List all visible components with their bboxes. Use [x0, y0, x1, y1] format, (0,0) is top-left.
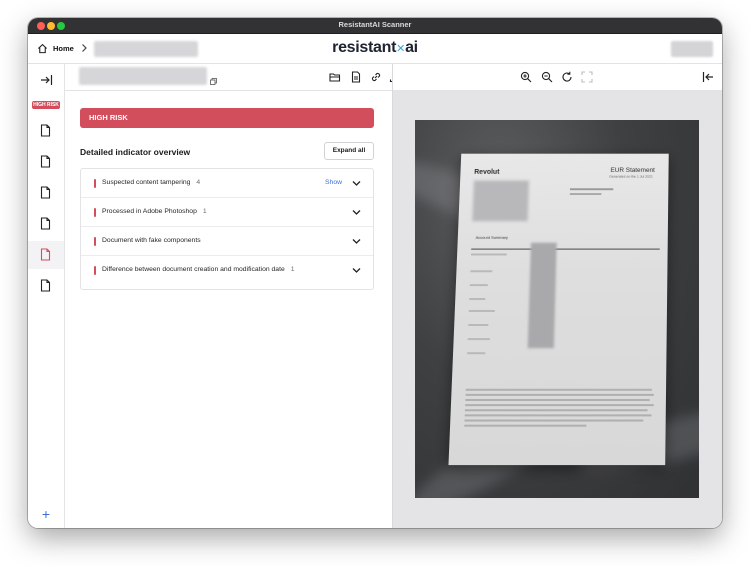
chevron-down-icon[interactable]	[352, 180, 361, 187]
summary-line	[469, 284, 488, 287]
indicator-row[interactable]: Document with fake components	[81, 227, 373, 256]
document-toolbar	[65, 64, 401, 91]
indicator-label: Difference between document creation and…	[102, 266, 285, 273]
statement-title: EUR Statement	[610, 167, 655, 174]
statement-section-title: Account Summary	[475, 234, 509, 240]
document-icon	[40, 186, 51, 199]
indicator-text: Document with fake components	[102, 237, 201, 244]
copy-icon[interactable]	[210, 78, 217, 85]
redacted-amounts	[527, 242, 557, 349]
address-line	[569, 188, 614, 191]
section-rule	[471, 248, 660, 250]
report-icon[interactable]	[350, 71, 362, 83]
document-icon	[40, 155, 51, 168]
expand-panel-icon[interactable]	[40, 74, 53, 86]
analysis-panel: HIGH RISK Detailed indicator overview Ex…	[65, 64, 401, 528]
summary-line	[468, 309, 495, 312]
document-photo[interactable]: Revolut EUR Statement Generated on the 1…	[415, 120, 699, 498]
indicator-list: Suspected content tampering 4 Show Proces…	[80, 168, 374, 290]
document-viewer: Revolut EUR Statement Generated on the 1…	[392, 64, 722, 528]
summary-line	[470, 253, 507, 256]
rail-document-2[interactable]	[28, 148, 64, 176]
indicator-text: Suspected content tampering 4	[102, 179, 200, 186]
summary-line	[469, 298, 486, 301]
rail-risk-badge: HIGH RISK	[32, 101, 60, 109]
severity-bar	[94, 208, 96, 217]
app-window: ResistantAI Scanner Home resistant✕ai HI…	[28, 18, 722, 528]
fine-print-line	[465, 393, 654, 396]
zoom-out-icon[interactable]	[541, 71, 553, 83]
window-title: ResistantAI Scanner	[338, 20, 412, 29]
fine-print-line	[464, 419, 644, 422]
indicator-count: 1	[202, 208, 207, 215]
open-folder-icon[interactable]	[329, 71, 341, 83]
fine-print-line	[464, 424, 587, 427]
redacted-address	[472, 180, 529, 222]
add-document-button[interactable]: +	[40, 507, 52, 521]
statement-subtitle: Generated on the 1 Jul 2021	[609, 174, 653, 179]
indicator-row[interactable]: Difference between document creation and…	[81, 256, 373, 285]
document-icon	[40, 217, 51, 230]
logo-mark: ✕	[396, 43, 406, 55]
document-rail: HIGH RISK +	[28, 64, 65, 528]
fine-print-line	[465, 388, 652, 391]
severity-bar	[94, 237, 96, 246]
indicator-count: 1	[290, 266, 295, 273]
rail-document-5-selected[interactable]	[28, 241, 64, 269]
document-icon	[40, 248, 51, 261]
logo-text-left: resistant	[332, 39, 397, 56]
fine-print-line	[464, 409, 648, 411]
fine-print-line	[464, 414, 652, 416]
summary-line	[467, 352, 486, 355]
fullscreen-icon[interactable]	[581, 71, 593, 83]
severity-bar	[94, 179, 96, 188]
indicator-label: Suspected content tampering	[102, 179, 191, 186]
top-navigation: Home resistant✕ai	[28, 34, 722, 64]
collapse-viewer-icon[interactable]	[702, 71, 714, 83]
statement-paper: Revolut EUR Statement Generated on the 1…	[448, 153, 669, 466]
indicator-text: Processed in Adobe Photoshop 1	[102, 208, 207, 215]
severity-bar	[94, 266, 96, 275]
chevron-down-icon[interactable]	[352, 267, 361, 274]
summary-line	[468, 324, 489, 327]
risk-level-banner: HIGH RISK	[80, 108, 374, 128]
address-line	[569, 193, 602, 196]
title-bar: ResistantAI Scanner	[28, 18, 722, 34]
rail-document-6[interactable]	[28, 272, 64, 300]
user-menu-redacted[interactable]	[671, 41, 713, 57]
link-icon[interactable]	[370, 71, 382, 83]
rail-document-3[interactable]	[28, 179, 64, 207]
resistantai-logo: resistant✕ai	[28, 39, 722, 57]
rotate-icon[interactable]	[561, 71, 573, 83]
summary-line	[467, 338, 490, 341]
fine-print-line	[465, 404, 654, 406]
chevron-down-icon[interactable]	[352, 209, 361, 216]
fine-print-line	[465, 398, 650, 401]
indicator-row[interactable]: Processed in Adobe Photoshop 1	[81, 198, 373, 227]
chevron-down-icon[interactable]	[352, 238, 361, 245]
statement-brand: Revolut	[474, 169, 500, 176]
zoom-in-icon[interactable]	[520, 71, 532, 83]
document-icon	[40, 124, 51, 137]
logo-text-right: ai	[405, 39, 418, 56]
viewer-toolbar	[393, 64, 722, 91]
show-link[interactable]: Show	[325, 179, 342, 186]
indicator-count: 4	[196, 179, 201, 186]
document-icon	[40, 279, 51, 292]
indicator-text: Difference between document creation and…	[102, 266, 295, 273]
rail-document-1[interactable]	[28, 117, 64, 145]
expand-all-button[interactable]: Expand all	[324, 142, 374, 160]
summary-line	[470, 270, 493, 273]
rail-document-4[interactable]	[28, 210, 64, 238]
indicator-label: Processed in Adobe Photoshop	[102, 208, 197, 215]
indicator-row[interactable]: Suspected content tampering 4 Show	[81, 169, 373, 198]
indicator-label: Document with fake components	[102, 237, 201, 244]
document-name-redacted	[79, 67, 207, 85]
indicator-overview-title: Detailed indicator overview	[80, 147, 191, 157]
